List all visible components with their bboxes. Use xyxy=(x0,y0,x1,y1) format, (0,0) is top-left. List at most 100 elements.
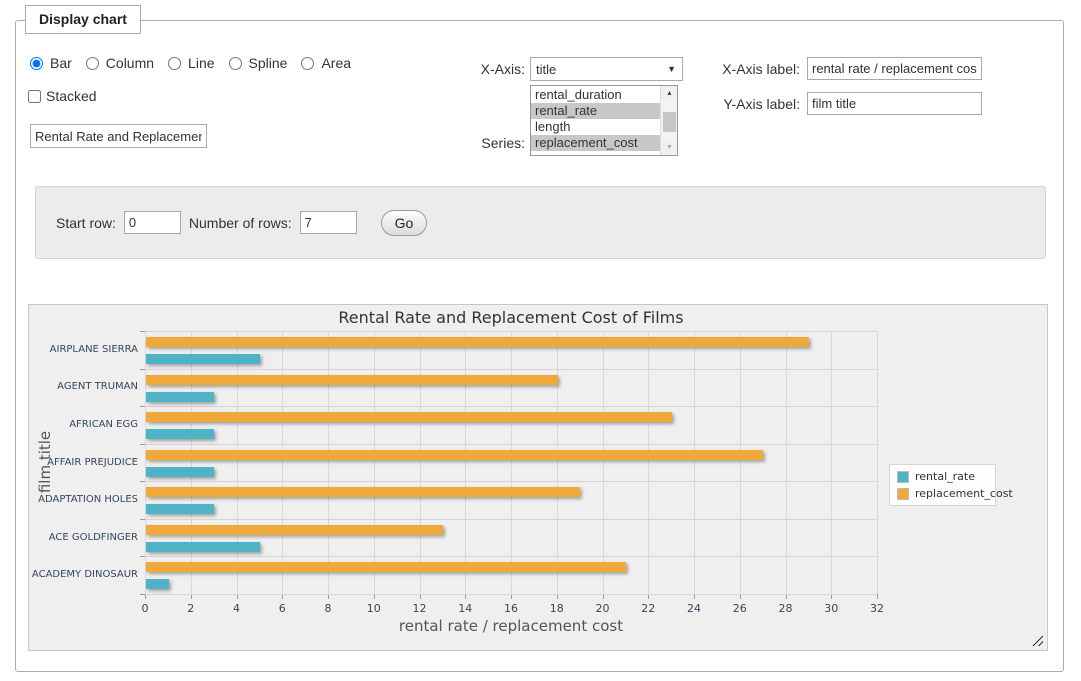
chevron-down-icon: ▼ xyxy=(667,64,682,74)
radio-bar[interactable] xyxy=(30,57,43,70)
radio-line[interactable] xyxy=(168,57,181,70)
app-root: Display chart Bar Column Line Spline Are… xyxy=(0,0,1081,681)
category-label: AGENT TRUMAN xyxy=(29,381,138,392)
radio-area-label: Area xyxy=(321,55,351,71)
x-axis-title: rental rate / replacement cost xyxy=(145,617,877,635)
x-tick-label: 26 xyxy=(725,602,755,615)
series-multiselect[interactable]: rental_durationrental_ratelengthreplacem… xyxy=(530,85,678,156)
gridline-vertical xyxy=(282,331,283,594)
y-tick-mark xyxy=(140,331,145,332)
x-tick-label: 24 xyxy=(679,602,709,615)
series-option-rental_duration[interactable]: rental_duration xyxy=(531,87,660,103)
radio-line-label: Line xyxy=(188,55,214,71)
start-row-caption: Start row: xyxy=(56,215,116,231)
stacked-checkbox[interactable] xyxy=(28,90,41,103)
category-label: AFFAIR PREJUDICE xyxy=(29,457,138,468)
category-label: ACADEMY DINOSAUR xyxy=(29,569,138,580)
bar-replacement_cost xyxy=(146,525,443,535)
radio-bar-label: Bar xyxy=(50,55,72,71)
gridline-horizontal xyxy=(145,556,877,557)
bar-rental_rate xyxy=(146,467,214,477)
legend-item-rental_rate[interactable]: rental_rate xyxy=(897,470,988,483)
gridline-vertical xyxy=(648,331,649,594)
y-axis-label-caption: Y-Axis label: xyxy=(718,96,800,112)
legend-swatch-icon xyxy=(897,488,909,500)
x-tick-label: 14 xyxy=(450,602,480,615)
bar-replacement_cost xyxy=(146,562,626,572)
x-axis-select[interactable]: title ▼ xyxy=(530,57,683,81)
x-tick-label: 32 xyxy=(862,602,892,615)
bar-replacement_cost xyxy=(146,412,672,422)
x-tick-label: 12 xyxy=(405,602,435,615)
x-tick-label: 4 xyxy=(222,602,252,615)
gridline-vertical xyxy=(237,331,238,594)
number-of-rows-caption: Number of rows: xyxy=(189,215,292,231)
gridline-vertical xyxy=(511,331,512,594)
bar-rental_rate xyxy=(146,354,260,364)
x-tick-label: 16 xyxy=(496,602,526,615)
fieldset-legend: Display chart xyxy=(25,5,141,34)
y-tick-mark xyxy=(140,444,145,445)
bar-rental_rate xyxy=(146,504,214,514)
number-of-rows-input[interactable] xyxy=(300,211,357,234)
scrollbar-thumb[interactable] xyxy=(663,112,676,132)
legend-item-replacement_cost[interactable]: replacement_cost xyxy=(897,487,988,500)
y-tick-mark xyxy=(140,481,145,482)
scroll-up-icon[interactable]: ▲ xyxy=(661,86,678,101)
y-tick-mark xyxy=(140,406,145,407)
gridline-horizontal xyxy=(145,369,877,370)
radio-spline[interactable] xyxy=(229,57,242,70)
gridline-vertical xyxy=(328,331,329,594)
series-option-length[interactable]: length xyxy=(531,119,660,135)
bar-rental_rate xyxy=(146,429,214,439)
x-tick-label: 2 xyxy=(176,602,206,615)
gridline-horizontal xyxy=(145,406,877,407)
x-tick-label: 0 xyxy=(130,602,160,615)
gridline-horizontal xyxy=(145,331,877,332)
rows-control-panel: Start row: Number of rows: Go xyxy=(35,186,1046,259)
x-tick-label: 20 xyxy=(588,602,618,615)
gridline-vertical xyxy=(740,331,741,594)
x-axis-label-input[interactable] xyxy=(807,57,982,80)
x-tick-label: 28 xyxy=(771,602,801,615)
scroll-down-icon[interactable]: ▼ xyxy=(661,140,678,155)
series-scrollbar[interactable]: ▲ ▼ xyxy=(660,86,677,155)
y-tick-mark xyxy=(140,556,145,557)
radio-spline-label: Spline xyxy=(249,55,288,71)
gridline-vertical xyxy=(831,331,832,594)
chart-type-radio-group: Bar Column Line Spline Area xyxy=(30,55,351,71)
x-tick-label: 10 xyxy=(359,602,389,615)
chart-legend: rental_rate replacement_cost xyxy=(889,464,996,506)
radio-column-label: Column xyxy=(106,55,154,71)
y-tick-mark xyxy=(140,369,145,370)
bar-replacement_cost xyxy=(146,487,580,497)
start-row-input[interactable] xyxy=(124,211,181,234)
stacked-checkbox-row: Stacked xyxy=(28,88,97,104)
radio-area[interactable] xyxy=(301,57,314,70)
series-option-replacement_cost[interactable]: replacement_cost xyxy=(531,135,660,151)
legend-swatch-icon xyxy=(897,471,909,483)
category-label: ADAPTATION HOLES xyxy=(29,494,138,505)
gridline-vertical xyxy=(603,331,604,594)
chart-container: Rental Rate and Replacement Cost of Film… xyxy=(28,304,1048,651)
x-tick-label: 8 xyxy=(313,602,343,615)
gridline-vertical xyxy=(694,331,695,594)
y-tick-mark xyxy=(140,594,145,595)
y-tick-mark xyxy=(140,519,145,520)
radio-column[interactable] xyxy=(86,57,99,70)
y-axis-label-input[interactable] xyxy=(807,92,982,115)
gridline-vertical xyxy=(786,331,787,594)
series-option-rental_rate[interactable]: rental_rate xyxy=(531,103,660,119)
resize-grip-icon[interactable] xyxy=(1032,635,1043,646)
gridline-horizontal xyxy=(145,519,877,520)
x-axis-caption: X-Axis: xyxy=(443,61,525,77)
gridline-horizontal xyxy=(145,481,877,482)
legend-label: rental_rate xyxy=(915,470,975,483)
bar-replacement_cost xyxy=(146,375,558,385)
chart-title-input[interactable] xyxy=(30,124,207,148)
gridline-vertical xyxy=(374,331,375,594)
go-button[interactable]: Go xyxy=(381,210,428,236)
legend-label: replacement_cost xyxy=(915,487,1013,500)
x-tick-mark xyxy=(877,594,878,599)
bar-rental_rate xyxy=(146,542,260,552)
